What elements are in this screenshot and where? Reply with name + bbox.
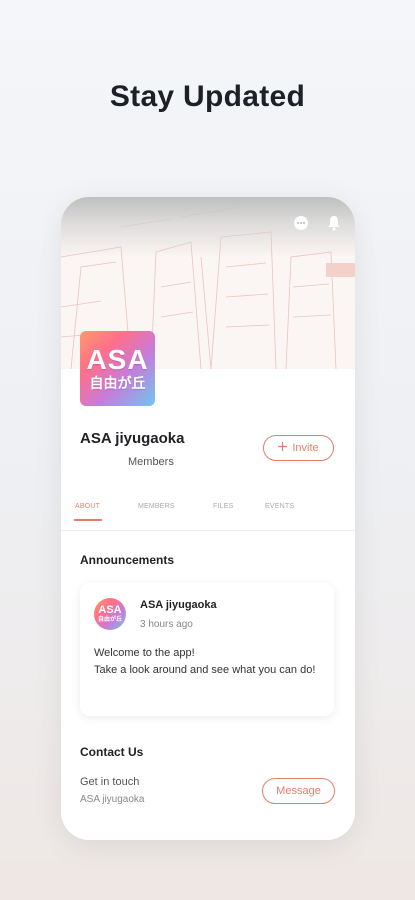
announcement-line: Welcome to the app! [94, 647, 195, 659]
members-link[interactable]: Members [128, 456, 174, 468]
tab-events[interactable]: EVENTS [265, 503, 294, 510]
announcement-time: 3 hours ago [140, 619, 193, 630]
top-actions [293, 215, 341, 231]
avatar-logo-subtext: 自由が丘 [89, 374, 146, 391]
avatar-logo-text: ASA [98, 603, 122, 616]
plus-icon [278, 442, 288, 454]
invite-label: Invite [292, 442, 319, 454]
message-button[interactable]: Message [262, 778, 335, 804]
divider [61, 530, 355, 531]
announcement-line: Take a look around and see what you can … [94, 664, 316, 676]
contact-title: Contact Us [80, 745, 144, 759]
headline: Stay Updated [109, 80, 306, 113]
tab-members[interactable]: MEMBERS [138, 503, 175, 510]
tab-files[interactable]: FILES [213, 503, 233, 510]
active-tab-indicator [74, 519, 102, 521]
contact-name: ASA jiyugaoka [80, 794, 145, 805]
tab-bar: ABOUT MEMBERS FILES EVENTS [61, 497, 355, 527]
announcement-author: ASA jiyugaoka [140, 599, 217, 611]
tab-about[interactable]: ABOUT [75, 503, 100, 510]
bell-icon[interactable] [327, 215, 341, 231]
avatar-logo-subtext: 自由が丘 [97, 616, 122, 623]
announcement-message: Welcome to the app! Take a look around a… [94, 645, 324, 679]
avatar-logo-text: ASA [86, 343, 149, 375]
announcement-card[interactable]: ASA 自由が丘 ASA jiyugaoka 3 hours ago Welco… [80, 583, 334, 716]
group-avatar: ASA 自由が丘 [80, 331, 155, 406]
phone-screen: ASA 自由が丘 ASA jiyugaoka Members Invite AB… [61, 197, 355, 840]
author-avatar: ASA 自由が丘 [94, 598, 126, 630]
chat-icon[interactable] [293, 215, 309, 231]
announcements-title: Announcements [80, 553, 175, 567]
contact-subtitle: Get in touch [80, 776, 140, 788]
invite-button[interactable]: Invite [263, 435, 334, 461]
group-name: ASA jiyugaoka [80, 430, 185, 447]
